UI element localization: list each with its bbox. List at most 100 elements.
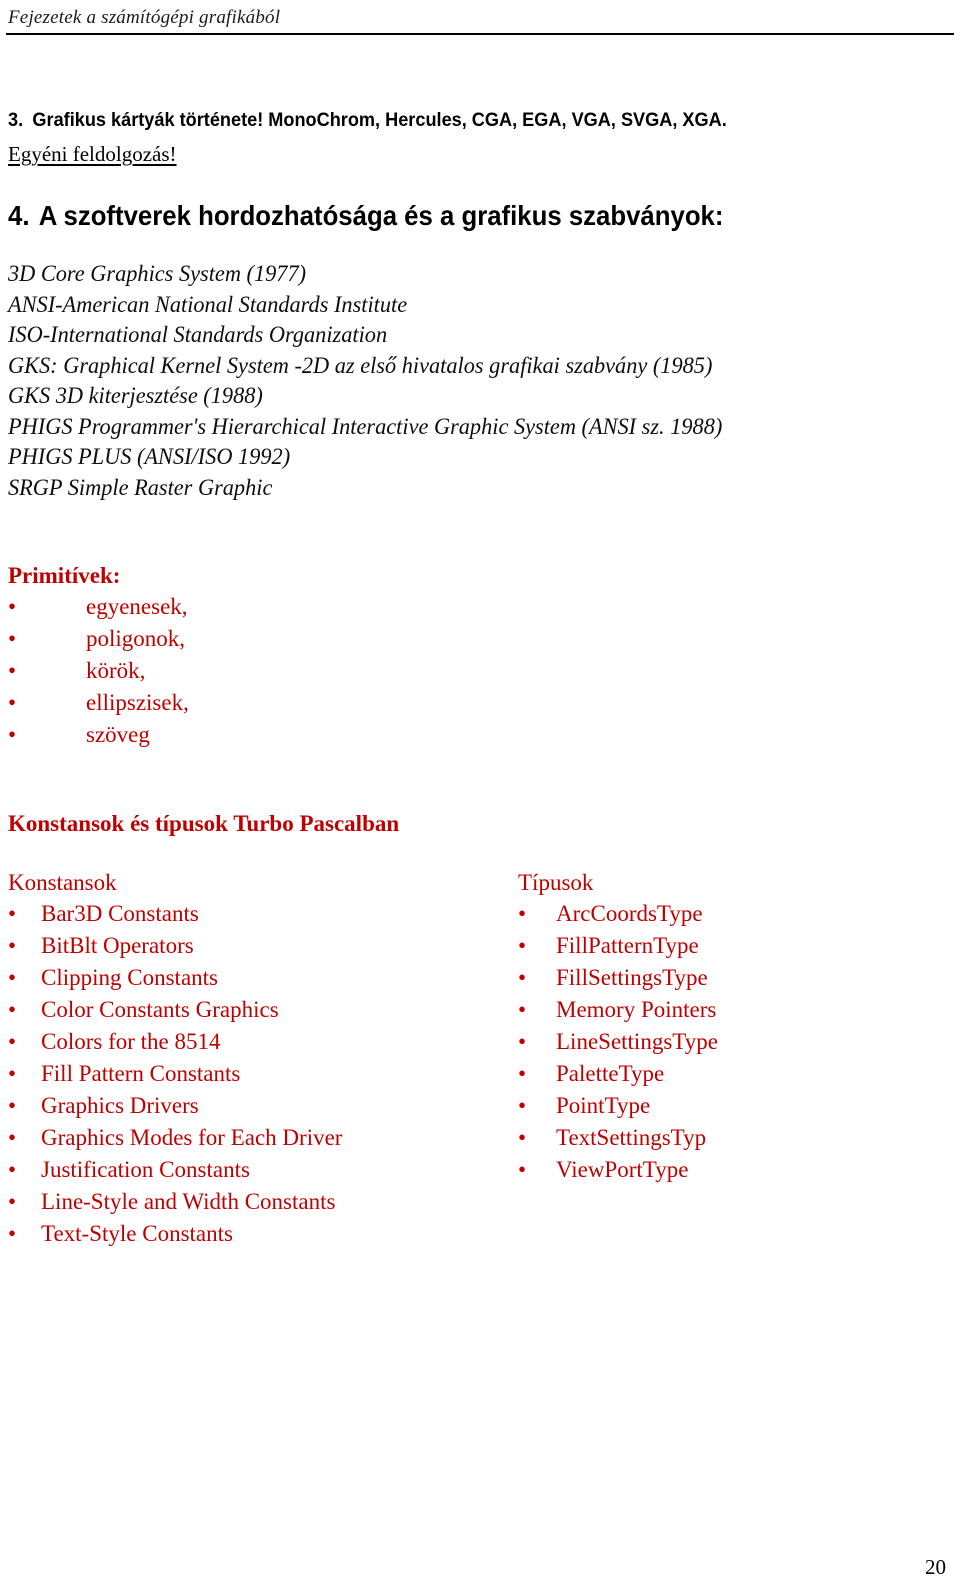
list-item-label: FillPatternType bbox=[556, 933, 699, 958]
list-item: • Fill Pattern Constants bbox=[8, 1058, 488, 1090]
list-item: • egyenesek, bbox=[8, 591, 952, 623]
list-item: • Graphics Drivers bbox=[8, 1090, 488, 1122]
list-item-label: poligonok, bbox=[86, 626, 186, 651]
list-item-label: BitBlt Operators bbox=[41, 933, 194, 958]
list-item-label: szöveg bbox=[86, 722, 150, 747]
bullet-icon: • bbox=[8, 594, 17, 619]
bullet-icon: • bbox=[8, 997, 17, 1022]
standards-line: 3D Core Graphics System (1977) bbox=[8, 261, 307, 287]
list-item: • Colors for the 8514 bbox=[8, 1026, 488, 1058]
column-types-title: Típusok bbox=[518, 870, 594, 895]
bullet-icon: • bbox=[8, 1157, 17, 1182]
bullet-icon: • bbox=[518, 1061, 527, 1086]
header-divider bbox=[6, 33, 954, 35]
primitives-list: • egyenesek, • poligonok, • körök, • ell… bbox=[8, 591, 952, 751]
list-item: • PaletteType bbox=[518, 1058, 948, 1090]
list-item: • Color Constants Graphics bbox=[8, 994, 488, 1026]
bullet-icon: • bbox=[8, 1189, 17, 1214]
list-item-label: Clipping Constants bbox=[41, 965, 218, 990]
bullet-icon: • bbox=[8, 933, 17, 958]
list-item-label: Color Constants Graphics bbox=[41, 997, 279, 1022]
types-list: • ArcCoordsType • FillPatternType • Fill… bbox=[518, 898, 948, 1186]
standards-line: GKS: Graphical Kernel System -2D az első… bbox=[8, 352, 713, 379]
list-item: • poligonok, bbox=[8, 623, 952, 655]
list-item: • FillPatternType bbox=[518, 930, 948, 962]
constants-list: • Bar3D Constants • BitBlt Operators • C… bbox=[8, 898, 488, 1250]
list-item: • Text-Style Constants bbox=[8, 1218, 488, 1250]
list-item-label: Text-Style Constants bbox=[41, 1221, 233, 1246]
list-item: • Justification Constants bbox=[8, 1154, 488, 1186]
bullet-icon: • bbox=[518, 933, 527, 958]
bullet-icon: • bbox=[518, 1093, 527, 1118]
list-item-label: LineSettingsType bbox=[556, 1029, 718, 1054]
list-item: • Clipping Constants bbox=[8, 962, 488, 994]
page-content: 3. Grafikus kártyák története! MonoChrom… bbox=[8, 108, 952, 1288]
bullet-icon: • bbox=[8, 1221, 17, 1246]
bullet-icon: • bbox=[518, 901, 527, 926]
document-page: Fejezetek a számítógépi grafikából 3. Gr… bbox=[0, 0, 960, 1588]
bullet-icon: • bbox=[8, 965, 17, 990]
standards-line: GKS 3D kiterjesztése (1988) bbox=[8, 383, 263, 409]
list-item: • ViewPortType bbox=[518, 1154, 948, 1186]
list-item-label: PointType bbox=[556, 1093, 651, 1118]
list-item: • Bar3D Constants bbox=[8, 898, 488, 930]
bullet-icon: • bbox=[518, 997, 527, 1022]
bullet-icon: • bbox=[518, 965, 527, 990]
column-constants-title: Konstansok bbox=[8, 870, 117, 895]
list-item-label: körök, bbox=[86, 658, 146, 683]
list-item-label: ViewPortType bbox=[556, 1157, 689, 1182]
bullet-icon: • bbox=[518, 1125, 527, 1150]
list-item-label: Bar3D Constants bbox=[41, 901, 199, 926]
list-item: • PointType bbox=[518, 1090, 948, 1122]
list-item-label: Line-Style and Width Constants bbox=[41, 1189, 336, 1214]
heading-item-4: 4. A szoftverek hordozhatósága és a graf… bbox=[8, 199, 876, 233]
heading-item-4-title: A szoftverek hordozhatósága és a grafiku… bbox=[38, 200, 724, 231]
list-item-label: ellipszisek, bbox=[86, 690, 189, 715]
bullet-icon: • bbox=[8, 1093, 17, 1118]
standards-line: ANSI-American National Standards Institu… bbox=[8, 291, 408, 318]
constants-types-columns: Konstansok • Bar3D Constants • BitBlt Op… bbox=[8, 868, 952, 1288]
bullet-icon: • bbox=[518, 1157, 527, 1182]
list-item-label: Memory Pointers bbox=[556, 997, 717, 1022]
heading-item-3-subnote-wrap: Egyéni feldolgozás! bbox=[8, 133, 952, 169]
list-item: • FillSettingsType bbox=[518, 962, 948, 994]
bullet-icon: • bbox=[8, 1029, 17, 1054]
list-item-label: PaletteType bbox=[556, 1061, 665, 1086]
bullet-icon: • bbox=[8, 1125, 17, 1150]
list-item-label: ArcCoordsType bbox=[556, 901, 703, 926]
list-item-label: egyenesek, bbox=[86, 594, 188, 619]
standards-block: 3D Core Graphics System (1977) ANSI-Amer… bbox=[8, 259, 905, 503]
column-constants: Konstansok • Bar3D Constants • BitBlt Op… bbox=[8, 868, 488, 1250]
bullet-icon: • bbox=[8, 1061, 17, 1086]
list-item-label: Colors for the 8514 bbox=[41, 1029, 221, 1054]
standards-line: ISO-International Standards Organization bbox=[8, 322, 388, 348]
bullet-icon: • bbox=[8, 722, 17, 747]
list-item: • körök, bbox=[8, 655, 952, 687]
turbo-pascal-heading: Konstansok és típusok Turbo Pascalban bbox=[8, 811, 400, 836]
running-header: Fejezetek a számítógépi grafikából bbox=[8, 7, 281, 28]
list-item-label: TextSettingsTyp bbox=[556, 1125, 707, 1150]
list-item: • LineSettingsType bbox=[518, 1026, 948, 1058]
column-types: Típusok • ArcCoordsType • FillPatternTyp… bbox=[518, 868, 948, 1186]
list-item-label: Justification Constants bbox=[41, 1157, 250, 1182]
list-item: • Line-Style and Width Constants bbox=[8, 1186, 488, 1218]
standards-line: PHIGS PLUS (ANSI/ISO 1992) bbox=[8, 444, 291, 470]
list-item: • Graphics Modes for Each Driver bbox=[8, 1122, 488, 1154]
bullet-icon: • bbox=[8, 626, 17, 651]
heading-item-3-title: Grafikus kártyák története! MonoChrom, H… bbox=[32, 109, 727, 131]
list-item-label: Fill Pattern Constants bbox=[41, 1061, 241, 1086]
bullet-icon: • bbox=[8, 658, 17, 683]
page-number: 20 bbox=[925, 1555, 946, 1579]
bullet-icon: • bbox=[8, 901, 17, 926]
primitives-heading: Primitívek: bbox=[8, 563, 121, 588]
standards-line: PHIGS Programmer's Hierarchical Interact… bbox=[8, 413, 723, 440]
standards-line: SRGP Simple Raster Graphic bbox=[8, 474, 273, 501]
heading-item-3: 3. Grafikus kártyák története! MonoChrom… bbox=[8, 108, 886, 133]
list-item: • ellipszisek, bbox=[8, 687, 952, 719]
list-item: • Memory Pointers bbox=[518, 994, 948, 1026]
bullet-icon: • bbox=[8, 690, 17, 715]
